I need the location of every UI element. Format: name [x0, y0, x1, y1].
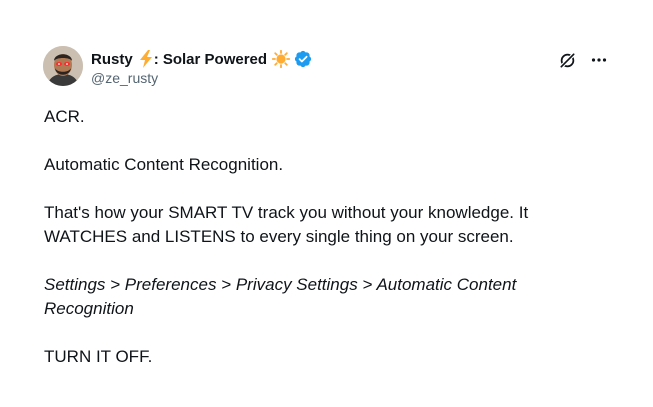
- author-name-row[interactable]: Rusty : Solar Powered: [91, 49, 312, 69]
- verified-badge-icon: [294, 50, 312, 68]
- author-name-suffix[interactable]: : Solar Powered: [154, 51, 267, 68]
- tweet-line-definition: Automatic Content Recognition.: [44, 155, 284, 174]
- tweet-card: Rusty : Solar Powered @ze_rusty ACR. Aut…: [0, 0, 653, 407]
- more-button[interactable]: [589, 50, 609, 70]
- tweet-line-acr: ACR.: [44, 107, 85, 126]
- tweet-line-settings-path: Settings > Preferences > Privacy Setting…: [44, 275, 517, 318]
- tweet-line-explanation: That's how your SMART TV track you witho…: [44, 203, 529, 246]
- sun-icon: [272, 50, 291, 68]
- tweet-text: ACR. Automatic Content Recognition. That…: [44, 105, 604, 393]
- tweet-line-call-to-action: TURN IT OFF.: [44, 347, 153, 366]
- tweet-top-actions: [557, 50, 609, 70]
- author-handle[interactable]: @ze_rusty: [91, 70, 158, 86]
- avatar-photo: [43, 46, 83, 86]
- lightning-icon: [138, 50, 154, 68]
- more-icon: [591, 58, 607, 62]
- avatar[interactable]: [43, 46, 83, 86]
- grok-icon: [559, 52, 575, 68]
- grok-button[interactable]: [557, 50, 577, 70]
- author-display-name[interactable]: Rusty: [91, 51, 133, 68]
